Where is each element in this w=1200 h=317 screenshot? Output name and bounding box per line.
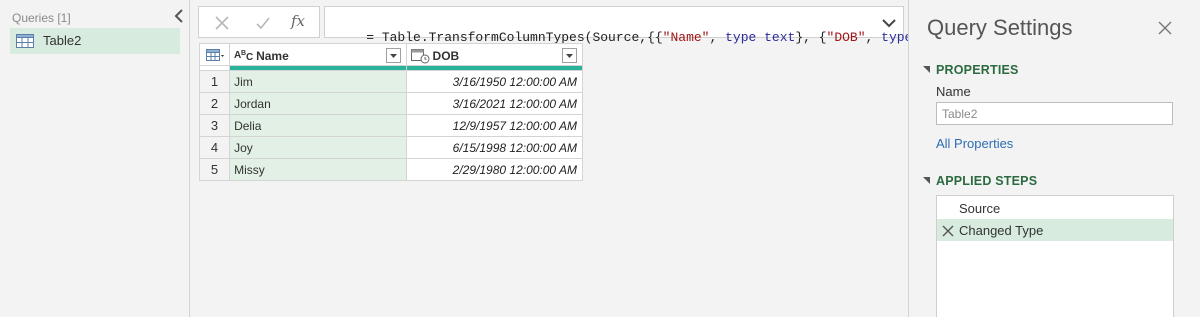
table-row[interactable]: 3 Delia 12/9/1957 12:00:00 AM: [198, 114, 584, 137]
row-number: 4: [198, 136, 231, 159]
name-cell[interactable]: Jordan: [229, 92, 407, 115]
properties-header-label: PROPERTIES: [936, 63, 1019, 77]
data-grid: A B C Name DOB 1 Jim 3/16/1950 12:00:00 …: [198, 43, 584, 181]
formula-input[interactable]: = Table.TransformColumnTypes(Source,{{"N…: [324, 6, 912, 45]
settings-title: Query Settings: [927, 15, 1073, 40]
formula-part: "DOB": [826, 30, 866, 45]
formula-part: ,: [709, 30, 726, 45]
step-label: Source: [959, 201, 1001, 216]
confirm-formula-icon[interactable]: [254, 14, 272, 32]
datetime-icon: [410, 48, 431, 67]
table-row[interactable]: 4 Joy 6/15/1998 12:00:00 AM: [198, 136, 584, 159]
queries-header: Queries [1]: [12, 11, 71, 25]
close-icon[interactable]: [1157, 20, 1173, 36]
function-fx-icon[interactable]: fx: [291, 12, 309, 30]
formula-part: "Name": [662, 30, 710, 45]
collapse-queries-chevron-icon[interactable]: [172, 8, 186, 24]
query-settings-pane: Query Settings PROPERTIES Name All Prope…: [908, 0, 1200, 317]
query-item-label: Table2: [43, 33, 82, 48]
table-row[interactable]: 2 Jordan 3/16/2021 12:00:00 AM: [198, 92, 584, 115]
row-number: 5: [198, 158, 231, 181]
row-number: 2: [198, 92, 231, 115]
table-row[interactable]: 5 Missy 2/29/1980 12:00:00 AM: [198, 158, 584, 181]
formula-part: ,: [865, 30, 882, 45]
row-number: 3: [198, 114, 231, 137]
column-filter-dropdown-icon[interactable]: [562, 47, 577, 63]
svg-text:C: C: [246, 52, 253, 62]
collapse-triangle-icon: [923, 177, 930, 184]
all-properties-link[interactable]: All Properties: [936, 136, 1013, 151]
name-label: Name: [936, 84, 971, 99]
dob-cell[interactable]: 6/15/1998 12:00:00 AM: [405, 136, 584, 159]
table-icon: [16, 34, 34, 53]
formula-part: }, {: [795, 30, 827, 45]
applied-steps-section-header[interactable]: APPLIED STEPS: [923, 174, 1037, 188]
name-cell[interactable]: Joy: [229, 136, 407, 159]
step-changed-type[interactable]: Changed Type: [937, 219, 1173, 241]
delete-step-icon[interactable]: [942, 224, 954, 237]
queries-pane: Queries [1] Table2: [0, 0, 190, 317]
dob-cell[interactable]: 2/29/1980 12:00:00 AM: [405, 158, 584, 181]
name-cell[interactable]: Jim: [229, 70, 407, 93]
table-row[interactable]: 1 Jim 3/16/1950 12:00:00 AM: [198, 70, 584, 93]
expand-formula-chevron-down-icon[interactable]: [881, 15, 897, 31]
row-number: 1: [198, 70, 231, 93]
formula-part: type text: [725, 30, 796, 45]
cancel-formula-icon[interactable]: [213, 14, 231, 32]
dob-cell[interactable]: 12/9/1957 12:00:00 AM: [405, 114, 584, 137]
name-cell[interactable]: Delia: [229, 114, 407, 137]
column-header-label: DOB: [432, 48, 460, 63]
name-cell[interactable]: Missy: [229, 158, 407, 181]
table-menu-icon: [206, 48, 224, 61]
step-source[interactable]: Source: [937, 197, 1173, 219]
applied-steps-list: Source Changed Type: [936, 195, 1174, 317]
properties-section-header[interactable]: PROPERTIES: [923, 63, 1019, 77]
column-header-name[interactable]: A B C Name: [229, 43, 407, 66]
query-item-table2[interactable]: Table2: [10, 28, 180, 54]
column-header-label: Name: [256, 48, 289, 63]
collapse-triangle-icon: [923, 66, 930, 73]
table-menu-button[interactable]: [198, 43, 231, 66]
applied-steps-header-label: APPLIED STEPS: [936, 174, 1038, 188]
abc-text-icon: A B C: [234, 48, 254, 65]
column-header-dob[interactable]: DOB: [405, 43, 584, 67]
dob-cell[interactable]: 3/16/2021 12:00:00 AM: [405, 92, 584, 115]
query-name-input[interactable]: [936, 102, 1173, 125]
column-filter-dropdown-icon[interactable]: [385, 47, 401, 63]
formula-bar-buttons: fx: [198, 6, 320, 38]
step-label: Changed Type: [959, 223, 1044, 238]
dob-cell[interactable]: 3/16/1950 12:00:00 AM: [405, 70, 584, 93]
